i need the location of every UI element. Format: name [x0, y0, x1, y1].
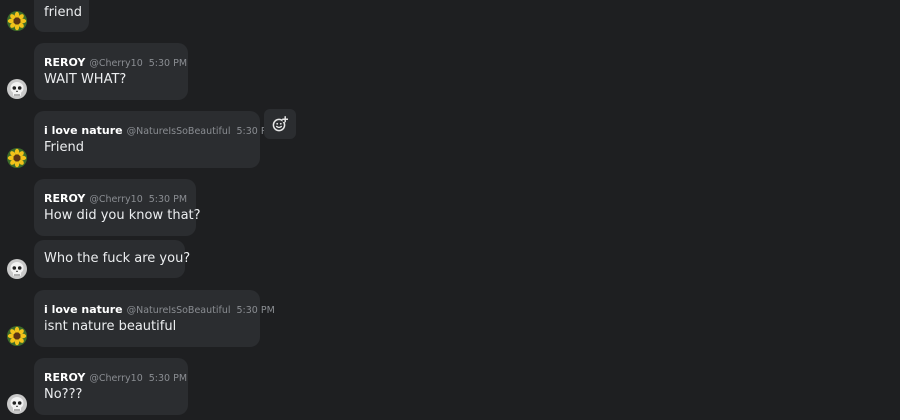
- author-handle[interactable]: @Cherry10: [89, 194, 142, 205]
- add-reaction-icon: [272, 116, 288, 132]
- sunflower-icon: [7, 148, 27, 168]
- message-time: 5:30 PM: [148, 194, 188, 205]
- message-header: REROY @Cherry10 5:30 PM: [44, 190, 187, 207]
- message-text: WAIT WHAT?: [44, 72, 127, 87]
- message-header: i love nature @NatureIsSoBeautiful 5:30 PM: [44, 301, 275, 318]
- message-time: 5:30 PM: [148, 373, 188, 384]
- skull-avatar[interactable]: [7, 79, 27, 99]
- message-bubble[interactable]: i love nature @NatureIsSoBeautiful 5:30 PM…: [34, 111, 275, 168]
- author-name[interactable]: REROY: [44, 371, 85, 384]
- message-text: How did you know that?: [44, 208, 201, 223]
- message-text: friend: [44, 5, 83, 20]
- chat-thread: friend REROY @Cherry10 5:30 PM WAIT WHAT?: [0, 0, 900, 420]
- skull-avatar[interactable]: [7, 394, 27, 414]
- message-text: Friend: [44, 140, 84, 155]
- message-text: isnt nature beautiful: [44, 319, 177, 334]
- message-bubble[interactable]: friend: [34, 0, 89, 32]
- message-bubble[interactable]: REROY @Cherry10 5:30 PM WAIT WHAT?: [34, 43, 188, 100]
- author-handle[interactable]: @NatureIsSoBeautiful: [127, 126, 231, 137]
- message-text: No???: [44, 387, 83, 402]
- skull-icon: [7, 394, 27, 414]
- skull-icon: [7, 259, 27, 279]
- author-name[interactable]: i love nature: [44, 124, 123, 137]
- message-header: i love nature @NatureIsSoBeautiful 5:30 PM: [44, 122, 275, 139]
- message-text: Who the fuck are you?: [44, 251, 191, 266]
- author-handle[interactable]: @Cherry10: [89, 58, 142, 69]
- skull-avatar[interactable]: [7, 259, 27, 279]
- sunflower-avatar[interactable]: [7, 148, 27, 168]
- skull-icon: [7, 79, 27, 99]
- message-time: 5:30 PM: [236, 305, 275, 316]
- message-header: REROY @Cherry10 5:30 PM: [44, 369, 187, 386]
- message-bubble[interactable]: Who the fuck are you?: [34, 240, 190, 278]
- message-bubble[interactable]: i love nature @NatureIsSoBeautiful 5:30 PM…: [34, 290, 275, 347]
- add-reaction-button[interactable]: [264, 109, 296, 139]
- sunflower-icon: [7, 326, 27, 346]
- sunflower-icon: [7, 11, 27, 31]
- sunflower-avatar[interactable]: [7, 326, 27, 346]
- message-bubble[interactable]: REROY @Cherry10 5:30 PM How did you know t…: [34, 179, 201, 236]
- message-bubble[interactable]: REROY @Cherry10 5:30 PM No???: [34, 358, 188, 415]
- sunflower-avatar[interactable]: [7, 11, 27, 31]
- author-handle[interactable]: @Cherry10: [89, 373, 142, 384]
- author-name[interactable]: i love nature: [44, 303, 123, 316]
- message-header: REROY @Cherry10 5:30 PM: [44, 54, 187, 71]
- author-name[interactable]: REROY: [44, 192, 85, 205]
- author-handle[interactable]: @NatureIsSoBeautiful: [127, 305, 231, 316]
- author-name[interactable]: REROY: [44, 56, 85, 69]
- message-time: 5:30 PM: [148, 58, 188, 69]
